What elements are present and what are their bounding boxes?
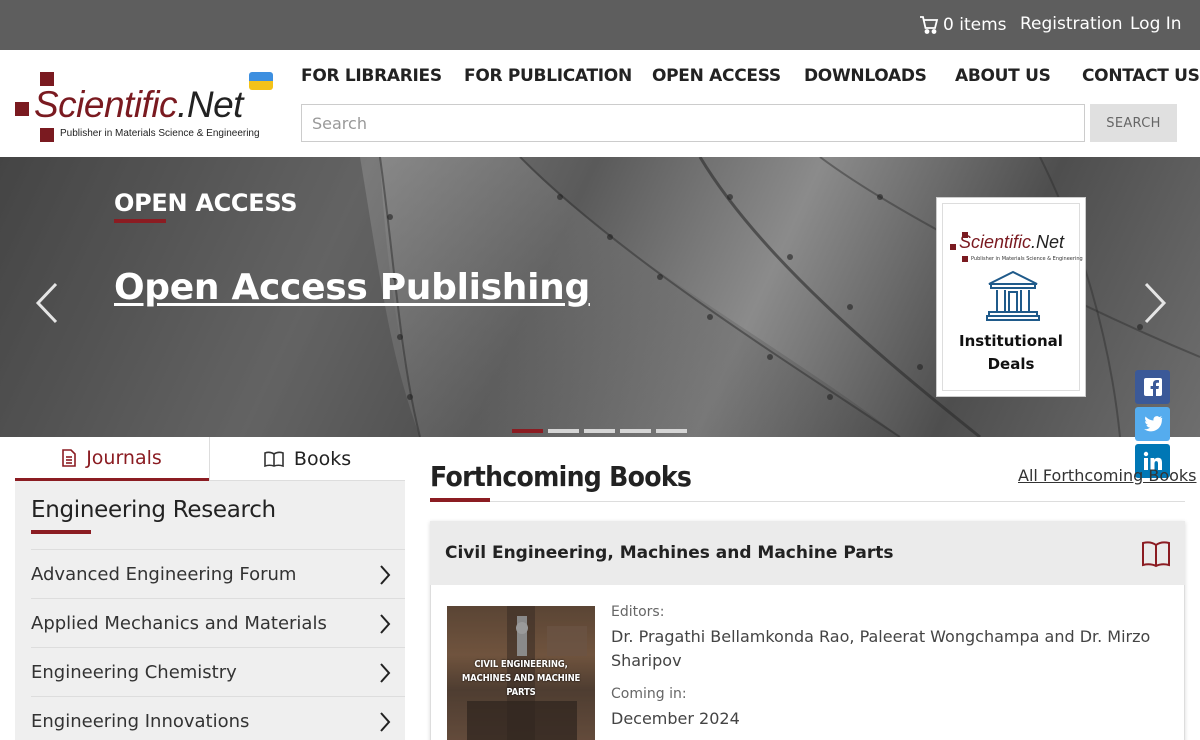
hero-carousel: OPEN ACCESS Open Access Publishing Scien… [0,157,1200,437]
carousel-dot-2[interactable] [548,429,579,433]
journal-item[interactable]: Applied Mechanics and Materials [31,598,405,647]
carousel-next-icon[interactable] [1142,281,1170,325]
twitter-icon [1143,416,1162,432]
logo-wordmark: Scientific.Net [34,84,243,125]
forthcoming-books-title: Forthcoming Books [430,460,692,493]
promo-logo-tagline: Publisher in Materials Science & Enginee… [971,256,1083,262]
tab-books[interactable]: Books [209,437,405,481]
institutional-deals-banner[interactable]: Scientific.Net Publisher in Materials Sc… [936,197,1086,397]
book-title[interactable]: Civil Engineering, Machines and Machine … [445,543,893,563]
hero-kicker-underline [114,219,166,223]
site-logo[interactable]: Scientific.Net Publisher in Materials Sc… [14,70,276,146]
promo-logo: Scientific.Net [959,232,1065,252]
carousel-dot-1[interactable] [512,429,543,433]
editors-label: Editors: [611,604,665,620]
ukraine-flag-icon [249,72,273,90]
nav-for-libraries[interactable]: FOR LIBRARIES [301,66,442,90]
journal-item[interactable]: Engineering Chemistry [31,647,405,696]
search-input[interactable] [301,104,1085,142]
cart-label: 0 items [943,15,1007,35]
nav-about-us[interactable]: ABOUT US [955,66,1051,90]
cart-link[interactable]: 0 items [919,14,1006,36]
facebook-share-button[interactable] [1135,370,1170,404]
carousel-dot-4[interactable] [620,429,651,433]
logo-square-bottom [40,128,54,142]
section-title: Engineering Research [31,497,276,523]
editors-value: Dr. Pragathi Bellamkonda Rao, Paleerat W… [611,627,1151,670]
cart-icon [920,16,939,34]
bank-building-icon [986,270,1040,321]
logo-tagline: Publisher in Materials Science & Enginee… [60,128,260,139]
journal-item-label: Engineering Innovations [31,711,250,732]
chevron-right-icon [380,712,391,732]
twitter-share-button[interactable] [1135,407,1170,441]
chevron-right-icon [380,565,391,585]
carousel-dot-3[interactable] [584,429,615,433]
carousel-dot-5[interactable] [656,429,687,433]
journal-item-label: Engineering Chemistry [31,662,237,683]
carousel-indicators [512,429,687,433]
nav-open-access[interactable]: OPEN ACCESS [652,66,781,90]
carousel-prev-icon[interactable] [32,281,60,325]
all-forthcoming-books-link[interactable]: All Forthcoming Books [1018,466,1197,485]
coming-in-value: December 2024 [611,709,740,728]
hero-kicker[interactable]: OPEN ACCESS [114,189,298,217]
document-icon [62,448,76,467]
search-button[interactable]: SEARCH [1090,104,1177,142]
nav-downloads[interactable]: DOWNLOADS [804,66,927,90]
logo-square-left [15,102,29,116]
nav-for-publication[interactable]: FOR PUBLICATION [464,66,632,90]
tab-journals[interactable]: Journals [15,437,209,481]
section-title-underline [31,530,91,534]
tab-journals-label: Journals [86,446,162,469]
facebook-icon [1143,378,1162,396]
login-link[interactable]: Log In [1130,14,1182,34]
journal-item[interactable]: Advanced Engineering Forum [31,549,405,598]
section-divider [430,501,1185,502]
top-bar: 0 items Registration Log In [0,0,1200,50]
book-icon [1142,541,1170,568]
book-cover-title: CIVIL ENGINEERING, MACHINES AND MACHINE … [461,659,581,698]
journal-item-label: Advanced Engineering Forum [31,564,297,585]
nav-contact-us[interactable]: CONTACT US [1082,66,1200,90]
coming-in-label: Coming in: [611,686,687,702]
chevron-right-icon [380,663,391,683]
journal-item-label: Applied Mechanics and Materials [31,613,327,634]
tab-books-label: Books [293,447,352,470]
chevron-right-icon [380,614,391,634]
registration-link[interactable]: Registration [1020,14,1123,34]
journal-item[interactable]: Engineering Innovations [31,696,405,740]
open-book-icon [264,451,284,467]
hero-headline-link[interactable]: Open Access Publishing [114,267,590,308]
book-cover-image[interactable]: CIVIL ENGINEERING, MACHINES AND MACHINE … [447,606,595,740]
forthcoming-title-underline [430,498,490,502]
promo-caption: Institutional Deals [959,332,1063,373]
